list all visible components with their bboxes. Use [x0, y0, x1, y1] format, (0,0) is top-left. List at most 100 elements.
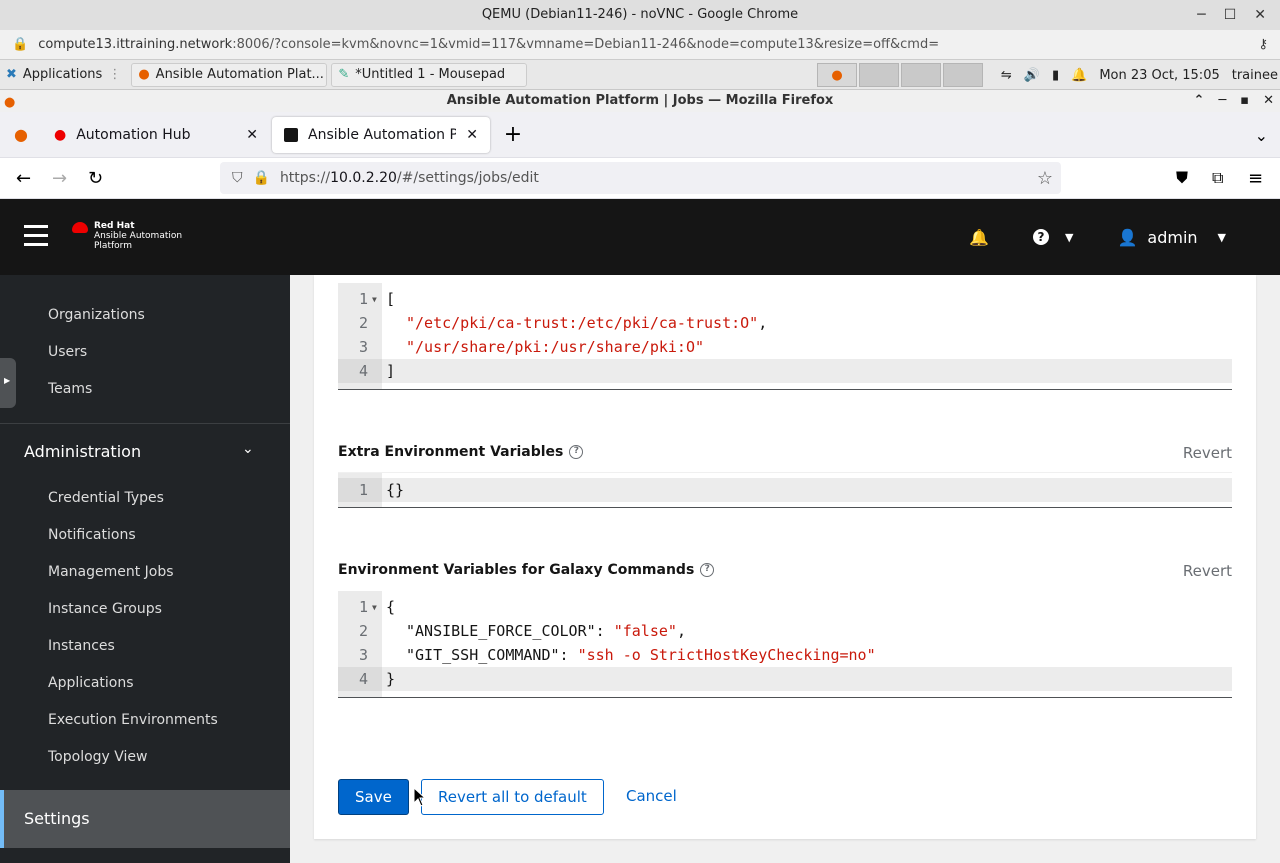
caret-down-icon: ▼	[1065, 230, 1074, 244]
chrome-window-controls: ─ ☐ ✕	[1197, 0, 1280, 30]
workspace-1[interactable]: ●	[817, 63, 857, 87]
sidebar-group-administration[interactable]: Administration	[24, 442, 141, 461]
maximize-icon[interactable]: ▪	[1240, 90, 1249, 112]
workspace-switcher: ●	[815, 63, 983, 87]
redhat-icon: ●	[54, 126, 67, 143]
sidebar-item-management-jobs[interactable]: Management Jobs	[48, 564, 174, 580]
sidebar-item-users[interactable]: Users	[48, 344, 87, 360]
save-button[interactable]: Save	[338, 779, 409, 815]
galaxy-env-label: Environment Variables for Galaxy Command…	[338, 562, 715, 578]
maximize-icon[interactable]: ☐	[1224, 0, 1237, 30]
mouse-cursor-icon	[413, 787, 427, 807]
firefox-url-bar[interactable]: ⛉ 🔒 https://10.0.2.20/#/settings/jobs/ed…	[220, 162, 1061, 194]
list-tabs-icon[interactable]: ⌄	[1255, 126, 1268, 145]
reload-icon[interactable]: ↻	[88, 168, 103, 189]
galaxy-env-code-editor[interactable]: 1 ▼ 2 3 4 { "ANSIBLE_FORCE_COLOR": "false…	[338, 591, 1232, 698]
sidebar-item-teams[interactable]: Teams	[48, 381, 92, 397]
sidebar-item-execution-environments[interactable]: Execution Environments	[48, 712, 218, 728]
chrome-title-bar: QEMU (Debian11-246) - noVNC - Google Chr…	[0, 0, 1280, 30]
chrome-url-path: :8006/?console=kvm&novnc=1&vmid=117&vmna…	[232, 36, 940, 52]
battery-icon[interactable]: ▮	[1052, 68, 1059, 83]
brand-logo[interactable]: Red Hat Ansible Automation Platform	[72, 221, 182, 251]
close-icon[interactable]: ✕	[1263, 90, 1274, 112]
volume-icon[interactable]: 🔊	[1024, 68, 1040, 83]
brand-line3: Platform	[94, 241, 132, 251]
firefox-title-bar: ● Ansible Automation Platform | Jobs — M…	[0, 90, 1280, 112]
sidebar-divider	[0, 423, 290, 424]
menu-icon[interactable]: ≡	[1248, 168, 1263, 189]
tab-aap[interactable]: Ansible Automation Platfo ✕	[272, 116, 490, 153]
minimize-icon[interactable]: ─	[1218, 90, 1226, 112]
user-name: admin	[1147, 227, 1198, 247]
lock-icon: 🔒	[12, 36, 29, 52]
sidebar-item-settings[interactable]: Settings	[0, 790, 290, 848]
user-icon: 👤	[1117, 227, 1138, 247]
applications-label: Applications	[22, 67, 103, 82]
help-icon[interactable]: ?	[700, 563, 715, 577]
close-tab-icon[interactable]: ✕	[466, 127, 478, 143]
firefox-nav-bar: ← → ↻ ⛉ 🔒 https://10.0.2.20/#/settings/j…	[0, 158, 1280, 199]
minimize-icon[interactable]: ─	[1197, 0, 1205, 30]
hamburger-menu-icon[interactable]	[24, 225, 48, 249]
sidebar-item-credential-types[interactable]: Credential Types	[48, 490, 164, 506]
extra-env-code-editor[interactable]: 1 {}	[338, 472, 1232, 508]
bell-icon[interactable]: 🔔	[969, 228, 989, 247]
chrome-window-title: QEMU (Debian11-246) - noVNC - Google Chr…	[481, 7, 799, 22]
network-icon[interactable]: ⇋	[1001, 68, 1012, 83]
taskbar-task-mousepad[interactable]: ✎ *Untitled 1 - Mousepad	[331, 62, 528, 87]
galaxy-env-revert-button[interactable]: Revert	[1183, 562, 1232, 580]
tab-automation-hub[interactable]: ● Automation Hub ✕	[42, 117, 270, 153]
extra-env-revert-button[interactable]: Revert	[1183, 444, 1232, 462]
bookmark-star-icon[interactable]: ☆	[1037, 168, 1053, 189]
sidebar-item-instance-groups[interactable]: Instance Groups	[48, 601, 162, 617]
sidebar-item-instances[interactable]: Instances	[48, 638, 115, 654]
revert-all-button[interactable]: Revert all to default	[421, 779, 604, 815]
question-circle-icon: ?	[1033, 229, 1049, 245]
taskbar-task-firefox[interactable]: ● Ansible Automation Plat...	[131, 62, 328, 87]
paths-code-editor[interactable]: 1 ▼ 2 3 4 [ "/etc/pki/ca-trust:/etc/pki/c…	[338, 283, 1232, 390]
firefox-view-icon[interactable]: ●	[0, 125, 42, 144]
lock-icon[interactable]: 🔒	[253, 170, 270, 186]
sidebar-item-organizations[interactable]: Organizations	[48, 307, 145, 323]
help-menu[interactable]: ? ▼	[1033, 229, 1073, 245]
code-line: }	[386, 670, 396, 688]
sidebar-item-applications[interactable]: Applications	[48, 675, 134, 691]
chrome-address-bar[interactable]: 🔒 compute13.ittraining.network:8006/?con…	[0, 30, 1280, 60]
workspace-3[interactable]	[901, 63, 941, 87]
caret-down-icon: ▼	[1217, 230, 1226, 244]
task-label: Ansible Automation Plat...	[155, 67, 324, 82]
user-dropdown[interactable]: 👤 admin ▼	[1117, 228, 1226, 247]
firefox-tab-strip: ● ● Automation Hub ✕ Ansible Automation …	[0, 112, 1280, 158]
pocket-icon[interactable]: ⛊	[1176, 168, 1188, 188]
close-tab-icon[interactable]: ✕	[246, 127, 258, 143]
notification-icon[interactable]: 🔔	[1071, 68, 1087, 83]
aap-icon	[284, 127, 298, 142]
code-string: "false"	[613, 622, 677, 640]
code-comma: ,	[758, 314, 768, 332]
chevron-down-icon[interactable]: ⌄	[242, 441, 254, 457]
workspace-4[interactable]	[943, 63, 983, 87]
extensions-icon[interactable]: ⧉	[1212, 168, 1223, 188]
new-tab-icon[interactable]: +	[490, 122, 536, 147]
applications-menu[interactable]: ✖ Applications ⋮	[0, 63, 127, 87]
sidebar-item-topology-view[interactable]: Topology View	[48, 749, 148, 765]
shield-icon[interactable]: ⛉	[232, 170, 243, 186]
clock[interactable]: Mon 23 Oct, 15:05	[1099, 68, 1219, 83]
back-icon[interactable]: ←	[16, 168, 31, 189]
firefox-icon: ●	[138, 67, 150, 82]
help-icon[interactable]: ?	[569, 445, 584, 459]
sidebar-collapse-toggle[interactable]: ▶	[0, 358, 16, 408]
cancel-button[interactable]: Cancel	[610, 779, 693, 815]
xfce-mouse-icon: ✖	[6, 67, 17, 82]
redhat-logo-icon	[72, 222, 88, 233]
chevron-up-icon[interactable]: ⌃	[1194, 90, 1205, 112]
chrome-url-host: compute13.ittraining.network	[38, 36, 233, 52]
forward-icon[interactable]: →	[52, 168, 67, 189]
workspace-2[interactable]	[859, 63, 899, 87]
user-menu[interactable]: trainee	[1232, 68, 1278, 83]
code-line: ]	[386, 362, 396, 380]
firefox-icon: ●	[831, 67, 843, 83]
sidebar-item-notifications[interactable]: Notifications	[48, 527, 136, 543]
key-icon[interactable]: ⚷	[1258, 30, 1268, 60]
close-icon[interactable]: ✕	[1254, 0, 1266, 30]
